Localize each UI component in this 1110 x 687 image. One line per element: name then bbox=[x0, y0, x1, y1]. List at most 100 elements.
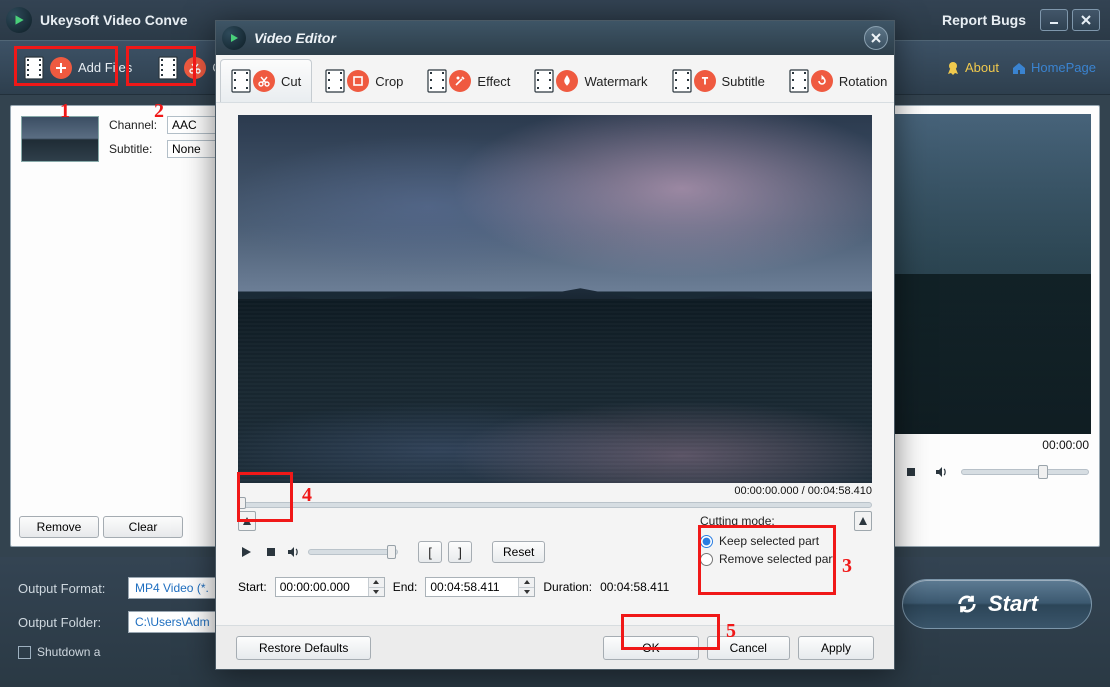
trim-start-handle[interactable] bbox=[238, 511, 256, 531]
crop-icon bbox=[347, 70, 369, 92]
editor-tabs: Cut Crop Effect Watermark T Subtitle Rot… bbox=[216, 55, 894, 103]
app-logo-icon bbox=[222, 26, 246, 50]
tab-effect-label: Effect bbox=[477, 74, 510, 89]
editor-timecode: 00:00:00.000 / 00:04:58.410 bbox=[238, 485, 872, 497]
editor-close-button[interactable] bbox=[864, 26, 888, 50]
editor-titlebar: Video Editor bbox=[216, 21, 894, 55]
preview-volume-slider[interactable] bbox=[961, 469, 1089, 475]
refresh-icon bbox=[956, 593, 978, 615]
volume-icon bbox=[286, 544, 302, 560]
spin-down-icon[interactable] bbox=[518, 588, 534, 597]
editor-footer: Restore Defaults OK Cancel Apply bbox=[216, 625, 894, 669]
start-time-value: 00:00:00.000 bbox=[276, 578, 368, 596]
about-link[interactable]: About bbox=[945, 60, 999, 76]
start-time-input[interactable]: 00:00:00.000 bbox=[275, 577, 385, 597]
keep-selected-radio[interactable]: Keep selected part bbox=[700, 534, 872, 548]
tab-crop[interactable]: Crop bbox=[314, 59, 414, 102]
annotation-number-5: 5 bbox=[726, 620, 736, 643]
tab-subtitle-label: Subtitle bbox=[722, 74, 765, 89]
report-bugs-link[interactable]: Report Bugs bbox=[942, 12, 1026, 28]
svg-text:T: T bbox=[702, 76, 708, 86]
end-time-value: 00:04:58.411 bbox=[426, 578, 518, 596]
restore-defaults-button[interactable]: Restore Defaults bbox=[236, 636, 371, 660]
cutting-mode-title: Cutting mode: bbox=[700, 514, 872, 528]
drop-icon bbox=[556, 70, 578, 92]
checkbox-icon bbox=[18, 646, 31, 659]
spin-down-icon[interactable] bbox=[368, 588, 384, 597]
film-icon bbox=[789, 69, 809, 93]
radio-input[interactable] bbox=[700, 553, 713, 566]
spin-up-icon[interactable] bbox=[518, 578, 534, 588]
radio-input[interactable] bbox=[700, 535, 713, 548]
app-logo-icon bbox=[6, 7, 32, 33]
editor-play-button[interactable] bbox=[238, 543, 256, 561]
minimize-button[interactable] bbox=[1040, 9, 1068, 31]
editor-title: Video Editor bbox=[254, 30, 336, 46]
main-title: Ukeysoft Video Conve bbox=[40, 12, 188, 28]
reset-button[interactable]: Reset bbox=[492, 541, 545, 563]
add-files-label: Add Files bbox=[78, 60, 132, 75]
output-format-select[interactable]: MP4 Video (*. bbox=[128, 577, 218, 599]
scissors-icon bbox=[184, 57, 206, 79]
editor-preview-video bbox=[238, 115, 872, 483]
tab-watermark[interactable]: Watermark bbox=[523, 59, 658, 102]
rotate-icon bbox=[811, 70, 833, 92]
tab-crop-label: Crop bbox=[375, 74, 403, 89]
tab-rotation[interactable]: Rotation bbox=[778, 59, 898, 102]
tab-watermark-label: Watermark bbox=[584, 74, 647, 89]
tab-cut-label: Cut bbox=[281, 74, 301, 89]
output-format-label: Output Format: bbox=[18, 581, 128, 596]
apply-button[interactable]: Apply bbox=[798, 636, 874, 660]
medal-icon bbox=[945, 60, 961, 76]
shutdown-label: Shutdown a bbox=[37, 645, 100, 659]
volume-icon bbox=[931, 462, 951, 482]
preview-time: 00:00:00 bbox=[869, 434, 1091, 456]
close-button[interactable] bbox=[1072, 9, 1100, 31]
mark-in-button[interactable]: [ bbox=[418, 541, 442, 563]
home-icon bbox=[1011, 60, 1027, 76]
tab-rotation-label: Rotation bbox=[839, 74, 887, 89]
scissors-icon bbox=[253, 70, 275, 92]
spin-up-icon[interactable] bbox=[368, 578, 384, 588]
ok-button[interactable]: OK bbox=[603, 636, 698, 660]
film-icon bbox=[534, 69, 554, 93]
editor-seek-slider[interactable] bbox=[238, 499, 872, 509]
tab-effect[interactable]: Effect bbox=[416, 59, 521, 102]
film-icon bbox=[427, 69, 447, 93]
remove-button[interactable]: Remove bbox=[19, 516, 99, 538]
keep-label: Keep selected part bbox=[719, 534, 819, 548]
duration-label: Duration: bbox=[543, 580, 592, 594]
editor-stop-button[interactable] bbox=[262, 543, 280, 561]
start-button[interactable]: Start bbox=[902, 579, 1092, 629]
homepage-link[interactable]: HomePage bbox=[1011, 60, 1096, 76]
annotation-number-2: 2 bbox=[154, 100, 164, 123]
output-folder-input[interactable]: C:\Users\Adm bbox=[128, 611, 218, 633]
tab-cut[interactable]: Cut bbox=[220, 59, 312, 102]
about-label: About bbox=[965, 60, 999, 75]
duration-value: 00:04:58.411 bbox=[600, 580, 669, 594]
film-icon bbox=[24, 55, 46, 81]
annotation-number-4: 4 bbox=[302, 484, 312, 507]
mark-out-button[interactable]: ] bbox=[448, 541, 472, 563]
wand-icon bbox=[449, 70, 471, 92]
clear-button[interactable]: Clear bbox=[103, 516, 183, 538]
channel-select[interactable] bbox=[167, 116, 221, 134]
film-icon bbox=[672, 69, 692, 93]
preview-panel: 00:00:00 bbox=[860, 105, 1100, 547]
editor-volume-slider[interactable] bbox=[308, 549, 398, 555]
preview-video bbox=[869, 114, 1091, 434]
remove-label: Remove selected part bbox=[719, 552, 836, 566]
end-time-input[interactable]: 00:04:58.411 bbox=[425, 577, 535, 597]
add-files-button[interactable]: Add Files bbox=[14, 49, 142, 87]
cancel-button[interactable]: Cancel bbox=[707, 636, 790, 660]
editor-content: 00:00:00.000 / 00:04:58.410 [ ] Reset St… bbox=[216, 103, 894, 625]
film-icon bbox=[325, 69, 345, 93]
tab-subtitle[interactable]: T Subtitle bbox=[661, 59, 776, 102]
homepage-label: HomePage bbox=[1031, 60, 1096, 75]
film-icon bbox=[231, 69, 251, 93]
start-label: Start: bbox=[238, 580, 267, 594]
preview-stop-button[interactable] bbox=[901, 462, 921, 482]
subtitle-select[interactable] bbox=[167, 140, 221, 158]
end-label: End: bbox=[393, 580, 418, 594]
start-label: Start bbox=[988, 591, 1038, 617]
